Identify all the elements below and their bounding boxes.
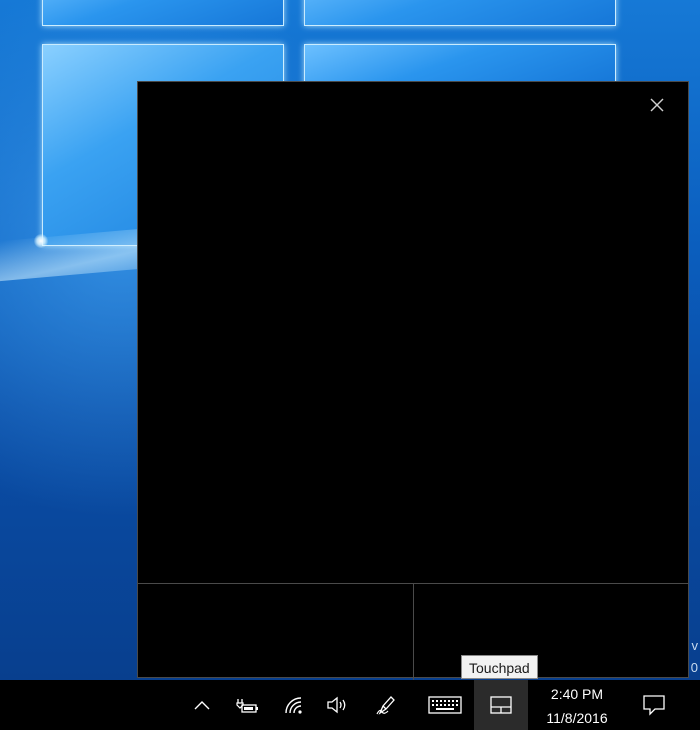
touchpad-left-button[interactable] xyxy=(138,584,414,680)
clock[interactable]: 2:40 PM 11/8/2016 xyxy=(532,680,622,730)
close-button[interactable] xyxy=(646,94,668,116)
windows-ink-button[interactable] xyxy=(370,680,404,730)
touchpad-right-button[interactable] xyxy=(414,584,689,680)
desktop-edge-text: v xyxy=(691,638,699,653)
volume-button[interactable] xyxy=(322,680,354,730)
network-button[interactable] xyxy=(280,680,310,730)
volume-icon xyxy=(327,696,346,714)
show-hidden-icons-button[interactable] xyxy=(188,680,216,730)
wallpaper-pane xyxy=(304,44,616,86)
notification-icon xyxy=(643,695,665,716)
wallpaper-flare xyxy=(34,234,48,248)
touchpad-window xyxy=(137,81,689,680)
keyboard-icon xyxy=(428,696,462,714)
chevron-up-icon xyxy=(194,701,210,710)
taskbar: 2:40 PM 11/8/2016 xyxy=(0,680,700,730)
touch-keyboard-button[interactable] xyxy=(424,680,466,730)
touchpad-surface[interactable] xyxy=(138,82,688,583)
close-icon xyxy=(650,98,664,112)
wallpaper-pane xyxy=(42,0,284,26)
touchpad-tooltip: Touchpad xyxy=(461,655,538,679)
clock-time: 2:40 PM xyxy=(550,686,604,702)
clock-date: 11/8/2016 xyxy=(546,710,608,726)
desktop-edge-text: 0 xyxy=(690,660,698,675)
battery-button[interactable] xyxy=(230,680,264,730)
touchpad-buttons xyxy=(138,583,688,680)
battery-icon xyxy=(236,699,258,713)
wallpaper-pane xyxy=(304,0,616,26)
wifi-icon xyxy=(285,697,302,714)
touchpad-button[interactable] xyxy=(474,680,528,730)
action-center-button[interactable] xyxy=(636,680,672,730)
pen-icon xyxy=(376,696,395,715)
touchpad-icon xyxy=(490,696,512,714)
